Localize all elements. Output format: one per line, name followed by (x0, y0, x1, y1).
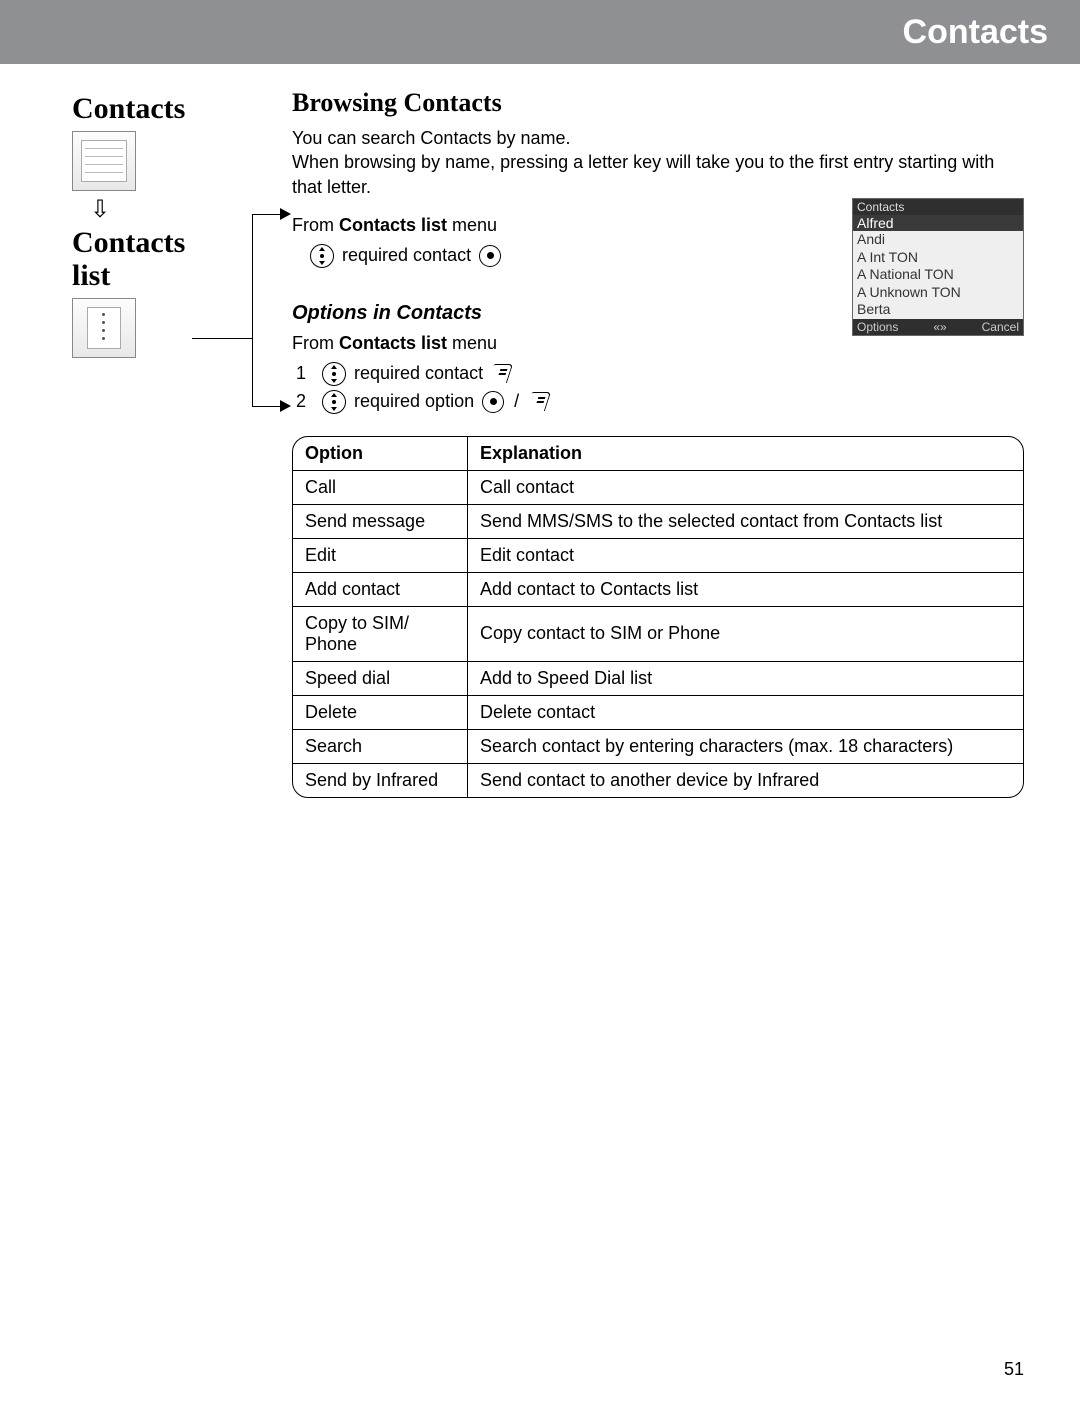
softkey-icon (526, 392, 551, 411)
step-number: 1 (296, 363, 314, 384)
nav-key-icon (322, 362, 346, 386)
step-row-2: 2 required option / (296, 390, 1024, 414)
from-line-2: From Contacts list menu (292, 333, 1024, 354)
sidebar-title: Contacts (72, 92, 252, 125)
td-explanation: Search contact by entering characters (m… (468, 729, 1024, 763)
arrow-right-icon (280, 400, 291, 412)
select-key-icon (479, 245, 501, 267)
banner-title: Contacts (903, 13, 1048, 52)
td-explanation: Add contact to Contacts list (468, 572, 1024, 606)
separator-slash: / (512, 391, 521, 412)
from2-suffix: menu (447, 333, 497, 353)
table-row: Speed dialAdd to Speed Dial list (293, 661, 1023, 695)
td-option: Delete (293, 695, 468, 729)
softkey-middle: «» (933, 320, 946, 334)
intro-sentence-1: You can search Contacts by name. (292, 128, 571, 148)
td-option: Call (293, 470, 468, 504)
td-explanation: Add to Speed Dial list (468, 661, 1024, 695)
td-explanation: Send contact to another device by Infrar… (468, 763, 1024, 797)
step-text: required option (354, 391, 474, 412)
table-row: SearchSearch contact by entering charact… (293, 729, 1023, 763)
softkey-right: Cancel (982, 320, 1019, 334)
td-option: Send by Infrared (293, 763, 468, 797)
table-row: CallCall contact (293, 470, 1023, 504)
table-row: DeleteDelete contact (293, 695, 1023, 729)
td-option: Add contact (293, 572, 468, 606)
main-content: Browsing Contacts You can search Contact… (292, 88, 1024, 798)
softkey-icon (488, 364, 513, 383)
from1-prefix: From (292, 215, 339, 235)
td-explanation: Send MMS/SMS to the selected contact fro… (468, 504, 1024, 538)
table-row: Send by InfraredSend contact to another … (293, 763, 1023, 797)
sidebar-subtitle-line2: list (72, 259, 110, 292)
down-arrow-icon: ⇩ (72, 195, 252, 224)
td-option: Send message (293, 504, 468, 538)
td-option: Search (293, 729, 468, 763)
nav-key-icon (322, 390, 346, 414)
step-number: 2 (296, 391, 314, 412)
td-explanation: Delete contact (468, 695, 1024, 729)
phone-item: Andi (853, 231, 1023, 249)
td-option: Edit (293, 538, 468, 572)
from1-bold: Contacts list (339, 215, 447, 235)
notepad-icon (72, 298, 136, 358)
page-body: Contacts ⇩ Contacts list Browsing Contac… (0, 64, 1080, 798)
phone-item: Berta (853, 301, 1023, 319)
th-option: Option (293, 437, 468, 471)
from2-prefix: From (292, 333, 339, 353)
td-option: Speed dial (293, 661, 468, 695)
table-row: Copy to SIM/ PhoneCopy contact to SIM or… (293, 606, 1023, 661)
page-banner: Contacts (0, 0, 1080, 64)
from1-suffix: menu (447, 215, 497, 235)
select-key-icon (482, 391, 504, 413)
connector-lines (252, 88, 292, 798)
sidebar-subtitle-line1: Contacts (72, 226, 185, 259)
th-explanation: Explanation (468, 437, 1024, 471)
page-number: 51 (1004, 1359, 1024, 1380)
phone-screenshot: Contacts Alfred Andi A Int TON A Nationa… (852, 198, 1024, 336)
table-header-row: Option Explanation (293, 437, 1023, 471)
phone-item-selected: Alfred (853, 215, 1023, 231)
section-heading: Browsing Contacts (292, 88, 1024, 118)
phone-softkey-bar: Options «» Cancel (853, 319, 1023, 335)
nav-key-icon (310, 244, 334, 268)
from2-bold: Contacts list (339, 333, 447, 353)
sidebar-subtitle: Contacts list (72, 226, 252, 292)
intro-paragraph: You can search Contacts by name. When br… (292, 126, 1024, 199)
td-explanation: Call contact (468, 470, 1024, 504)
phone-titlebar: Contacts (853, 199, 1023, 215)
td-option: Copy to SIM/ Phone (293, 606, 468, 661)
table-row: Add contactAdd contact to Contacts list (293, 572, 1023, 606)
phone-item: A Unknown TON (853, 284, 1023, 302)
arrow-right-icon (280, 208, 291, 220)
td-explanation: Edit contact (468, 538, 1024, 572)
sidebar: Contacts ⇩ Contacts list (72, 88, 252, 798)
addressbook-icon (72, 131, 136, 191)
table-row: EditEdit contact (293, 538, 1023, 572)
phone-item: A Int TON (853, 249, 1023, 267)
softkey-left: Options (857, 320, 898, 334)
table-row: Send messageSend MMS/SMS to the selected… (293, 504, 1023, 538)
phone-item: A National TON (853, 266, 1023, 284)
intro-sentence-2: When browsing by name, pressing a letter… (292, 152, 994, 196)
step-text: required contact (342, 245, 471, 266)
step-row-1: 1 required contact (296, 362, 1024, 386)
td-explanation: Copy contact to SIM or Phone (468, 606, 1024, 661)
step-text: required contact (354, 363, 483, 384)
options-table: Option Explanation CallCall contact Send… (292, 436, 1024, 798)
